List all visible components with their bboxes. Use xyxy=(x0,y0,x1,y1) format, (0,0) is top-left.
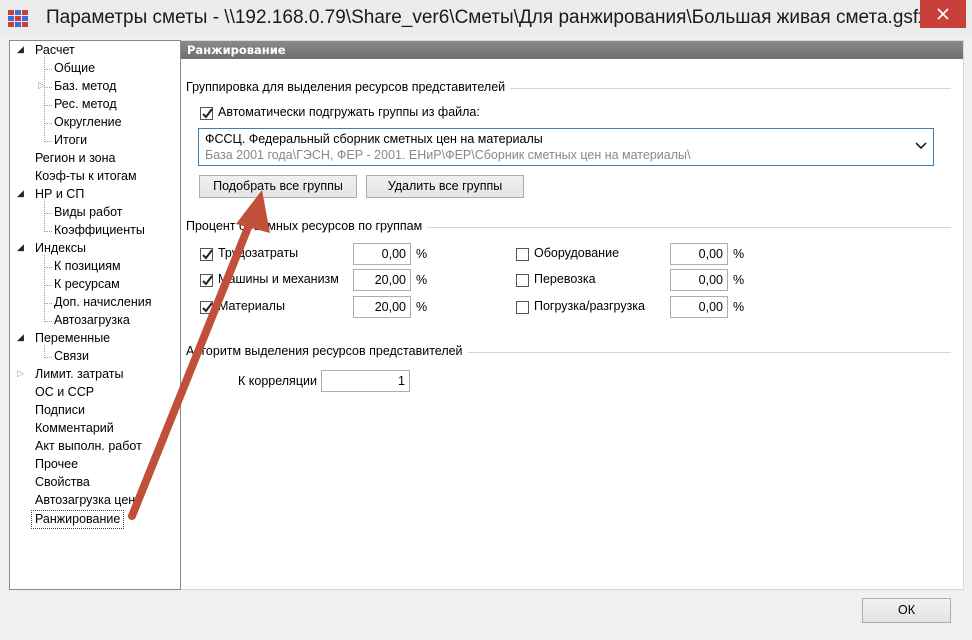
tree-item[interactable]: Доп. начисления xyxy=(54,294,152,311)
expanded-triangle-icon[interactable]: ◢ xyxy=(17,333,24,343)
auto-load-label: Автоматически подгружать группы из файла… xyxy=(218,105,480,119)
tree-item[interactable]: НР и СП xyxy=(35,186,84,203)
percent-checkbox[interactable] xyxy=(200,248,213,261)
check-icon xyxy=(202,108,213,119)
percent-input[interactable]: 0,00 xyxy=(353,243,411,265)
tree-connector xyxy=(44,345,45,358)
title-bar: Параметры сметы - \\192.168.0.79\Share_v… xyxy=(0,0,972,38)
expanded-triangle-icon[interactable]: ◢ xyxy=(17,45,24,55)
percent-checkbox[interactable] xyxy=(200,274,213,287)
check-icon xyxy=(202,302,213,313)
tree-item[interactable]: Расчет xyxy=(35,42,75,59)
tree-connector xyxy=(44,267,52,268)
tree-item[interactable]: Регион и зона xyxy=(35,150,115,167)
tree-connector xyxy=(44,285,52,286)
percent-input[interactable]: 0,00 xyxy=(670,296,728,318)
tree-item[interactable]: Переменные xyxy=(35,330,110,347)
percent-unit: % xyxy=(733,273,745,287)
grouping-title: Группировка для выделения ресурсов предс… xyxy=(186,80,511,94)
close-icon xyxy=(937,8,949,20)
percent-unit: % xyxy=(416,273,428,287)
percent-label: Трудозатраты xyxy=(218,246,299,260)
tree-item[interactable]: Акт выполн. работ xyxy=(35,438,142,455)
combo-line-1: ФССЦ. Федеральный сборник сметных цен на… xyxy=(205,132,543,146)
percent-input[interactable]: 0,00 xyxy=(670,269,728,291)
delete-all-groups-button[interactable]: Удалить все группы xyxy=(366,175,524,198)
tree-item[interactable]: Прочее xyxy=(35,456,78,473)
correlation-label: К корреляции xyxy=(238,374,317,388)
tree-connector xyxy=(44,303,52,304)
percent-unit: % xyxy=(733,247,745,261)
tree-item[interactable]: Комментарий xyxy=(35,420,114,437)
tree-connector xyxy=(44,69,52,70)
tree-connector xyxy=(44,255,45,322)
tree-item[interactable]: Коэф-ты к итогам xyxy=(35,168,137,185)
tree-item[interactable]: ОС и ССР xyxy=(35,384,94,401)
tree-item[interactable]: Автозагрузка xyxy=(54,312,130,329)
combo-line-2: База 2001 года\ГЭСН, ФЕР - 2001. ЕНиР\ФЕ… xyxy=(205,148,691,162)
auto-load-checkbox[interactable] xyxy=(200,107,213,120)
ranking-panel: Ранжирование Группировка для выделения р… xyxy=(181,40,964,590)
percent-label: Погрузка/разгрузка xyxy=(534,299,645,313)
percent-label: Материалы xyxy=(218,299,285,313)
tree-item[interactable]: Общие xyxy=(54,60,95,77)
window-title: Параметры сметы - \\192.168.0.79\Share_v… xyxy=(46,7,928,28)
tree-item[interactable]: Лимит. затраты xyxy=(35,366,124,383)
percent-unit: % xyxy=(416,300,428,314)
percent-title: Процент объемных ресурсов по группам xyxy=(186,219,428,233)
tree-item[interactable]: Подписи xyxy=(35,402,85,419)
tree-item[interactable]: К ресурсам xyxy=(54,276,120,293)
percent-label: Оборудование xyxy=(534,246,620,260)
percent-checkbox[interactable] xyxy=(516,274,529,287)
tree-item[interactable]: Ранжирование xyxy=(31,510,125,529)
check-icon xyxy=(202,249,213,260)
dialog-footer xyxy=(0,590,972,640)
percent-label: Перевозка xyxy=(534,272,596,286)
tree-connector xyxy=(44,231,52,232)
tree-connector xyxy=(44,141,52,142)
percent-unit: % xyxy=(733,300,745,314)
close-button[interactable] xyxy=(920,0,966,28)
tree-connector xyxy=(44,57,45,142)
check-icon xyxy=(202,275,213,286)
tree-connector xyxy=(44,87,52,88)
percent-input[interactable]: 20,00 xyxy=(353,269,411,291)
tree-item[interactable]: Связи xyxy=(54,348,89,365)
percent-checkbox[interactable] xyxy=(516,301,529,314)
expanded-triangle-icon[interactable]: ◢ xyxy=(17,243,24,253)
tree-connector xyxy=(44,105,52,106)
percent-label: Машины и механизм xyxy=(218,272,339,286)
ok-button[interactable]: ОК xyxy=(862,598,951,623)
panel-header: Ранжирование xyxy=(181,41,963,59)
tree-item[interactable]: К позициям xyxy=(54,258,121,275)
correlation-input[interactable]: 1 xyxy=(321,370,410,392)
percent-checkbox[interactable] xyxy=(200,301,213,314)
settings-tree: ◢ Расчет Общие ▷ Баз. метод Рес. метод Округле… xyxy=(9,40,181,590)
tree-item[interactable]: Округление xyxy=(54,114,122,131)
percent-input[interactable]: 20,00 xyxy=(353,296,411,318)
percent-input[interactable]: 0,00 xyxy=(670,243,728,265)
percent-checkbox[interactable] xyxy=(516,248,529,261)
tree-item[interactable]: Автозагрузка цен xyxy=(35,492,135,509)
tree-item[interactable]: Индексы xyxy=(35,240,86,257)
tree-item[interactable]: Коэффициенты xyxy=(54,222,145,239)
tree-connector xyxy=(44,123,52,124)
collapsed-triangle-icon[interactable]: ▷ xyxy=(17,369,24,379)
percent-unit: % xyxy=(416,247,428,261)
expanded-triangle-icon[interactable]: ◢ xyxy=(17,189,24,199)
tree-item[interactable]: Рес. метод xyxy=(54,96,117,113)
algorithm-title: Алгоритм выделения ресурсов представител… xyxy=(186,344,468,358)
tree-item[interactable]: Свойства xyxy=(35,474,90,491)
tree-item[interactable]: Итоги xyxy=(54,132,87,149)
tree-connector xyxy=(44,201,45,232)
grid-app-icon xyxy=(8,10,28,27)
tree-item[interactable]: Виды работ xyxy=(54,204,123,221)
groups-file-combo[interactable]: ФССЦ. Федеральный сборник сметных цен на… xyxy=(198,128,934,166)
tree-connector xyxy=(44,357,52,358)
tree-connector xyxy=(44,213,52,214)
tree-item[interactable]: Баз. метод xyxy=(54,78,116,95)
tree-connector xyxy=(44,321,52,322)
chevron-down-icon xyxy=(915,142,927,150)
select-all-groups-button[interactable]: Подобрать все группы xyxy=(199,175,357,198)
